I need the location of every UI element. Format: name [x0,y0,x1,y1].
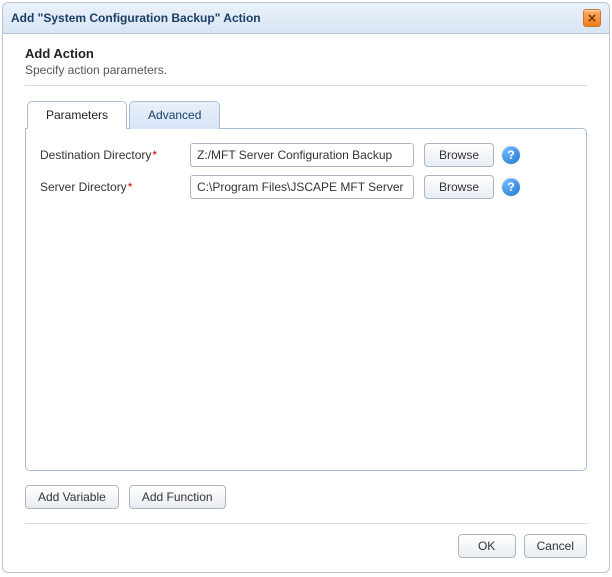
browse-destination-button[interactable]: Browse [424,143,494,167]
section-subtitle: Specify action parameters. [25,63,587,77]
tabs-container: Parameters Advanced Destination Director… [25,100,587,471]
tab-advanced[interactable]: Advanced [129,101,220,129]
close-button[interactable] [583,9,601,27]
dialog: Add "System Configuration Backup" Action… [2,2,610,573]
titlebar: Add "System Configuration Backup" Action [3,3,609,34]
tab-parameters[interactable]: Parameters [27,101,127,129]
label-destination-directory-text: Destination Directory [40,148,151,162]
required-marker: * [128,180,133,194]
ok-button[interactable]: OK [458,534,516,558]
help-icon[interactable]: ? [502,146,520,164]
label-server-directory: Server Directory* [40,180,190,194]
add-variable-button[interactable]: Add Variable [25,485,119,509]
divider-bottom [25,523,587,524]
server-directory-input[interactable] [190,175,414,199]
tabpanel-parameters: Destination Directory* Browse ? Server D… [25,128,587,471]
label-server-directory-text: Server Directory [40,180,127,194]
label-destination-directory: Destination Directory* [40,148,190,162]
footer-left: Add Variable Add Function [25,485,587,509]
cancel-button[interactable]: Cancel [524,534,587,558]
add-function-button[interactable]: Add Function [129,485,226,509]
close-icon [588,14,596,22]
row-server-directory: Server Directory* Browse ? [40,175,572,199]
divider-top [25,85,587,86]
dialog-title: Add "System Configuration Backup" Action [11,11,261,25]
required-marker: * [152,148,157,162]
browse-server-button[interactable]: Browse [424,175,494,199]
row-destination-directory: Destination Directory* Browse ? [40,143,572,167]
dialog-body: Add Action Specify action parameters. Pa… [3,34,609,572]
tabstrip: Parameters Advanced [27,100,587,128]
help-icon[interactable]: ? [502,178,520,196]
section-title: Add Action [25,46,587,61]
destination-directory-input[interactable] [190,143,414,167]
footer-right: OK Cancel [25,534,587,558]
